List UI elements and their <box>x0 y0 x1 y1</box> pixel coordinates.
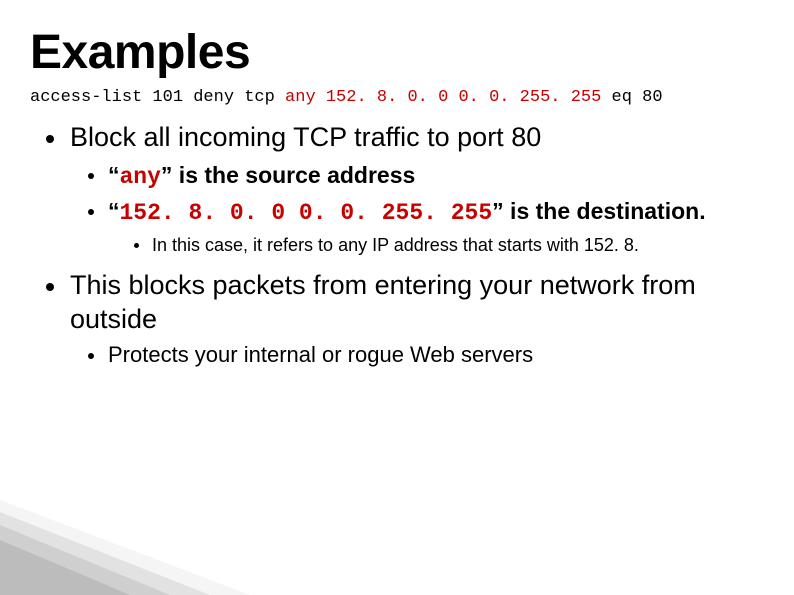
slide: Examples access-list 101 deny tcp any 15… <box>0 0 794 595</box>
acl-highlight: any 152. 8. 0. 0 0. 0. 255. 255 <box>285 88 601 107</box>
bullet-blocks-packets: This blocks packets from entering your n… <box>46 269 764 369</box>
sub-any-source: “any” is the source address <box>88 161 764 193</box>
sub-destination: “152. 8. 0. 0 0. 0. 255. 255” is the des… <box>88 197 764 257</box>
subsub-explanation: In this case, it refers to any IP addres… <box>134 233 764 257</box>
acl-prefix: access-list 101 deny tcp <box>30 88 285 107</box>
any-rest: ” is the source address <box>161 162 415 188</box>
sub-protects: Protects your internal or rogue Web serv… <box>88 341 764 370</box>
acl-suffix: eq 80 <box>601 88 662 107</box>
quote-open-1: “ <box>108 162 120 188</box>
any-keyword: any <box>120 164 161 190</box>
dest-address: 152. 8. 0. 0 0. 0. 255. 255 <box>120 200 493 226</box>
sublist-2: Protects your internal or rogue Web serv… <box>88 341 764 370</box>
dest-rest: ” is the destination. <box>492 198 705 224</box>
bullet-list: Block all incoming TCP traffic to port 8… <box>46 121 764 369</box>
bullet-block-tcp: Block all incoming TCP traffic to port 8… <box>46 121 764 257</box>
subsublist: In this case, it refers to any IP addres… <box>134 233 764 257</box>
acl-code-line: access-list 101 deny tcp any 152. 8. 0. … <box>30 88 764 107</box>
quote-open-2: “ <box>108 198 120 224</box>
sublist-1: “any” is the source address “152. 8. 0. … <box>88 161 764 257</box>
bullet-blocks-packets-text: This blocks packets from entering your n… <box>70 270 696 334</box>
decorative-wedge <box>0 500 250 595</box>
bullet-block-tcp-text: Block all incoming TCP traffic to port 8… <box>70 122 541 152</box>
page-title: Examples <box>30 28 764 78</box>
